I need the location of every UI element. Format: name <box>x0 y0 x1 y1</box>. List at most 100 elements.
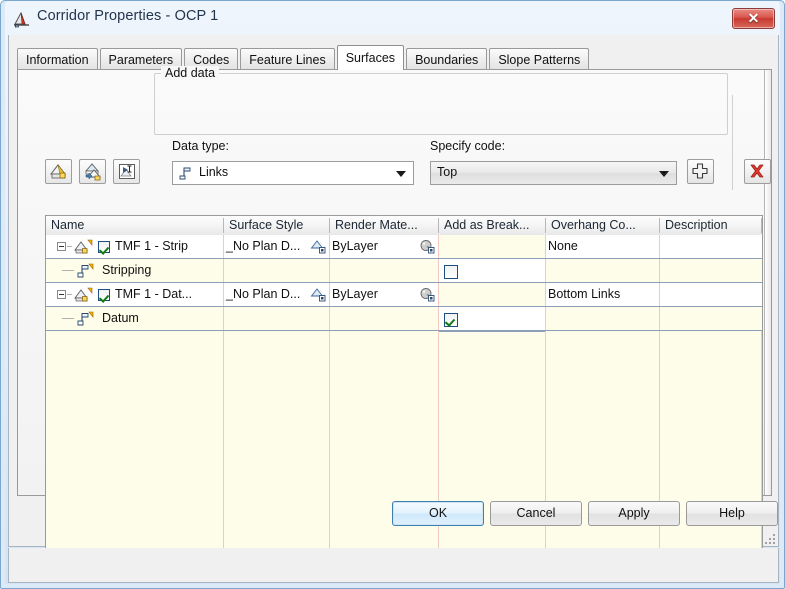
cell-add-as-breakline[interactable] <box>439 283 545 306</box>
specify-code-combo[interactable]: Top <box>430 161 677 185</box>
cell-surface-style[interactable]: _No Plan D... <box>224 283 329 306</box>
cell-name[interactable]: Stripping <box>46 259 223 282</box>
cell-overhang-correction[interactable]: Bottom Links <box>546 283 659 306</box>
cell-overhang-correction[interactable] <box>546 307 659 330</box>
cell-surface-style[interactable] <box>224 307 329 330</box>
cell-text: Datum <box>102 311 139 325</box>
header-divider[interactable] <box>545 218 546 233</box>
close-button[interactable]: ✕ <box>732 8 775 29</box>
surface-style-icon[interactable] <box>310 239 326 258</box>
help-button[interactable]: Help <box>686 501 778 526</box>
tab-label: Boundaries <box>415 53 479 67</box>
add-as-breakline-checkbox[interactable] <box>444 265 458 279</box>
corridor-surface-icon <box>73 239 93 258</box>
links-data-icon <box>75 263 95 282</box>
rename-surface-button[interactable] <box>113 159 140 184</box>
data-type-combo[interactable]: Links <box>172 161 414 185</box>
panel-right-edge <box>764 70 771 495</box>
ok-button[interactable]: OK <box>392 501 484 526</box>
cell-name[interactable]: TMF 1 - Strip <box>46 235 223 258</box>
render-material-icon[interactable] <box>419 239 435 258</box>
surface-style-icon[interactable] <box>310 287 326 306</box>
cell-overhang-correction[interactable]: None <box>546 235 659 258</box>
specify-code-label: Specify code: <box>430 139 506 153</box>
copy-surface-icon <box>85 163 101 181</box>
cell-name[interactable]: Datum <box>46 307 223 330</box>
expander-toggle[interactable] <box>57 242 66 251</box>
cell-render-material[interactable] <box>330 307 438 330</box>
toolbar-separator <box>732 95 733 190</box>
create-corridor-surface-icon <box>49 164 67 179</box>
surface-enabled-checkbox[interactable] <box>98 289 110 301</box>
tab-label: Parameters <box>108 53 174 67</box>
cell-render-material[interactable]: ByLayer <box>330 283 438 306</box>
tab-label: Information <box>26 53 89 67</box>
header-divider[interactable] <box>223 218 224 233</box>
resize-grip[interactable] <box>762 531 775 544</box>
tab-information[interactable]: Information <box>17 48 98 70</box>
tab-surfaces[interactable]: Surfaces <box>336 45 405 70</box>
col-header-render-material[interactable]: Render Mate... <box>330 216 438 235</box>
table-row[interactable]: Stripping <box>46 259 762 283</box>
chevron-down-icon <box>396 171 406 177</box>
dialog-client-area: Information Parameters Codes Feature Lin… <box>8 35 779 553</box>
delete-x-icon <box>750 164 764 178</box>
header-divider[interactable] <box>659 218 660 233</box>
cell-description[interactable] <box>660 235 762 258</box>
col-header-description[interactable]: Description <box>660 216 762 235</box>
add-as-breakline-checkbox[interactable] <box>444 313 458 327</box>
cell-render-material[interactable]: ByLayer <box>330 235 438 258</box>
cell-name[interactable]: TMF 1 - Dat... <box>46 283 223 306</box>
data-type-label: Data type: <box>172 139 229 153</box>
apply-button[interactable]: Apply <box>588 501 680 526</box>
cell-description[interactable] <box>660 307 762 330</box>
table-row[interactable]: TMF 1 - Strip _No Plan D... ByLayer None <box>46 235 762 259</box>
tab-label: Slope Patterns <box>498 53 581 67</box>
tree-connector <box>62 270 74 271</box>
tab-boundaries[interactable]: Boundaries <box>406 48 488 70</box>
copy-surface-button[interactable] <box>79 159 106 184</box>
cell-overhang-correction[interactable] <box>546 259 659 282</box>
col-header-add-as-breakline[interactable]: Add as Break... <box>439 216 545 235</box>
tab-label: Codes <box>193 53 230 67</box>
chevron-down-icon <box>659 171 669 177</box>
render-material-icon[interactable] <box>419 287 435 306</box>
table-row[interactable]: Datum <box>46 307 762 331</box>
cell-description[interactable] <box>660 259 762 282</box>
cell-surface-style[interactable] <box>224 259 329 282</box>
tab-feature-lines[interactable]: Feature Lines <box>240 48 335 70</box>
cell-surface-style[interactable]: _No Plan D... <box>224 235 329 258</box>
surface-enabled-checkbox[interactable] <box>98 241 110 253</box>
cell-text: Stripping <box>102 263 152 277</box>
col-header-surface-style[interactable]: Surface Style <box>224 216 329 235</box>
col-header-overhang-correction[interactable]: Overhang Co... <box>546 216 659 235</box>
expander-toggle[interactable] <box>57 290 66 299</box>
links-data-icon <box>75 311 95 330</box>
cell-text: ByLayer <box>332 287 378 301</box>
create-corridor-surface-button[interactable] <box>45 159 72 184</box>
header-divider[interactable] <box>761 218 762 233</box>
tree-connector <box>67 246 72 247</box>
corridor-surface-icon <box>73 287 93 306</box>
cell-add-as-breakline[interactable] <box>439 307 545 330</box>
header-divider[interactable] <box>438 218 439 233</box>
table-row[interactable]: TMF 1 - Dat... _No Plan D... ByLayer Bot… <box>46 283 762 307</box>
col-header-name[interactable]: Name <box>46 216 223 235</box>
add-surface-item-button[interactable] <box>687 159 714 184</box>
window-title: Corridor Properties - OCP 1 <box>37 8 219 24</box>
dialog-window: 3D Corridor Properties - OCP 1 ✕ Informa… <box>0 0 785 589</box>
header-divider[interactable] <box>329 218 330 233</box>
tree-connector <box>67 294 72 295</box>
delete-surface-button[interactable] <box>744 159 771 184</box>
cell-add-as-breakline[interactable] <box>439 259 545 282</box>
cell-description[interactable] <box>660 283 762 306</box>
links-icon <box>178 166 193 184</box>
close-icon: ✕ <box>747 10 760 26</box>
cell-render-material[interactable] <box>330 259 438 282</box>
tab-strip: Information Parameters Codes Feature Lin… <box>17 45 591 70</box>
cell-text: TMF 1 - Dat... <box>115 287 193 301</box>
corridor-properties-icon: 3D <box>13 10 31 28</box>
tab-slope-patterns[interactable]: Slope Patterns <box>489 48 590 70</box>
cancel-button[interactable]: Cancel <box>490 501 582 526</box>
cell-add-as-breakline[interactable] <box>439 235 545 258</box>
